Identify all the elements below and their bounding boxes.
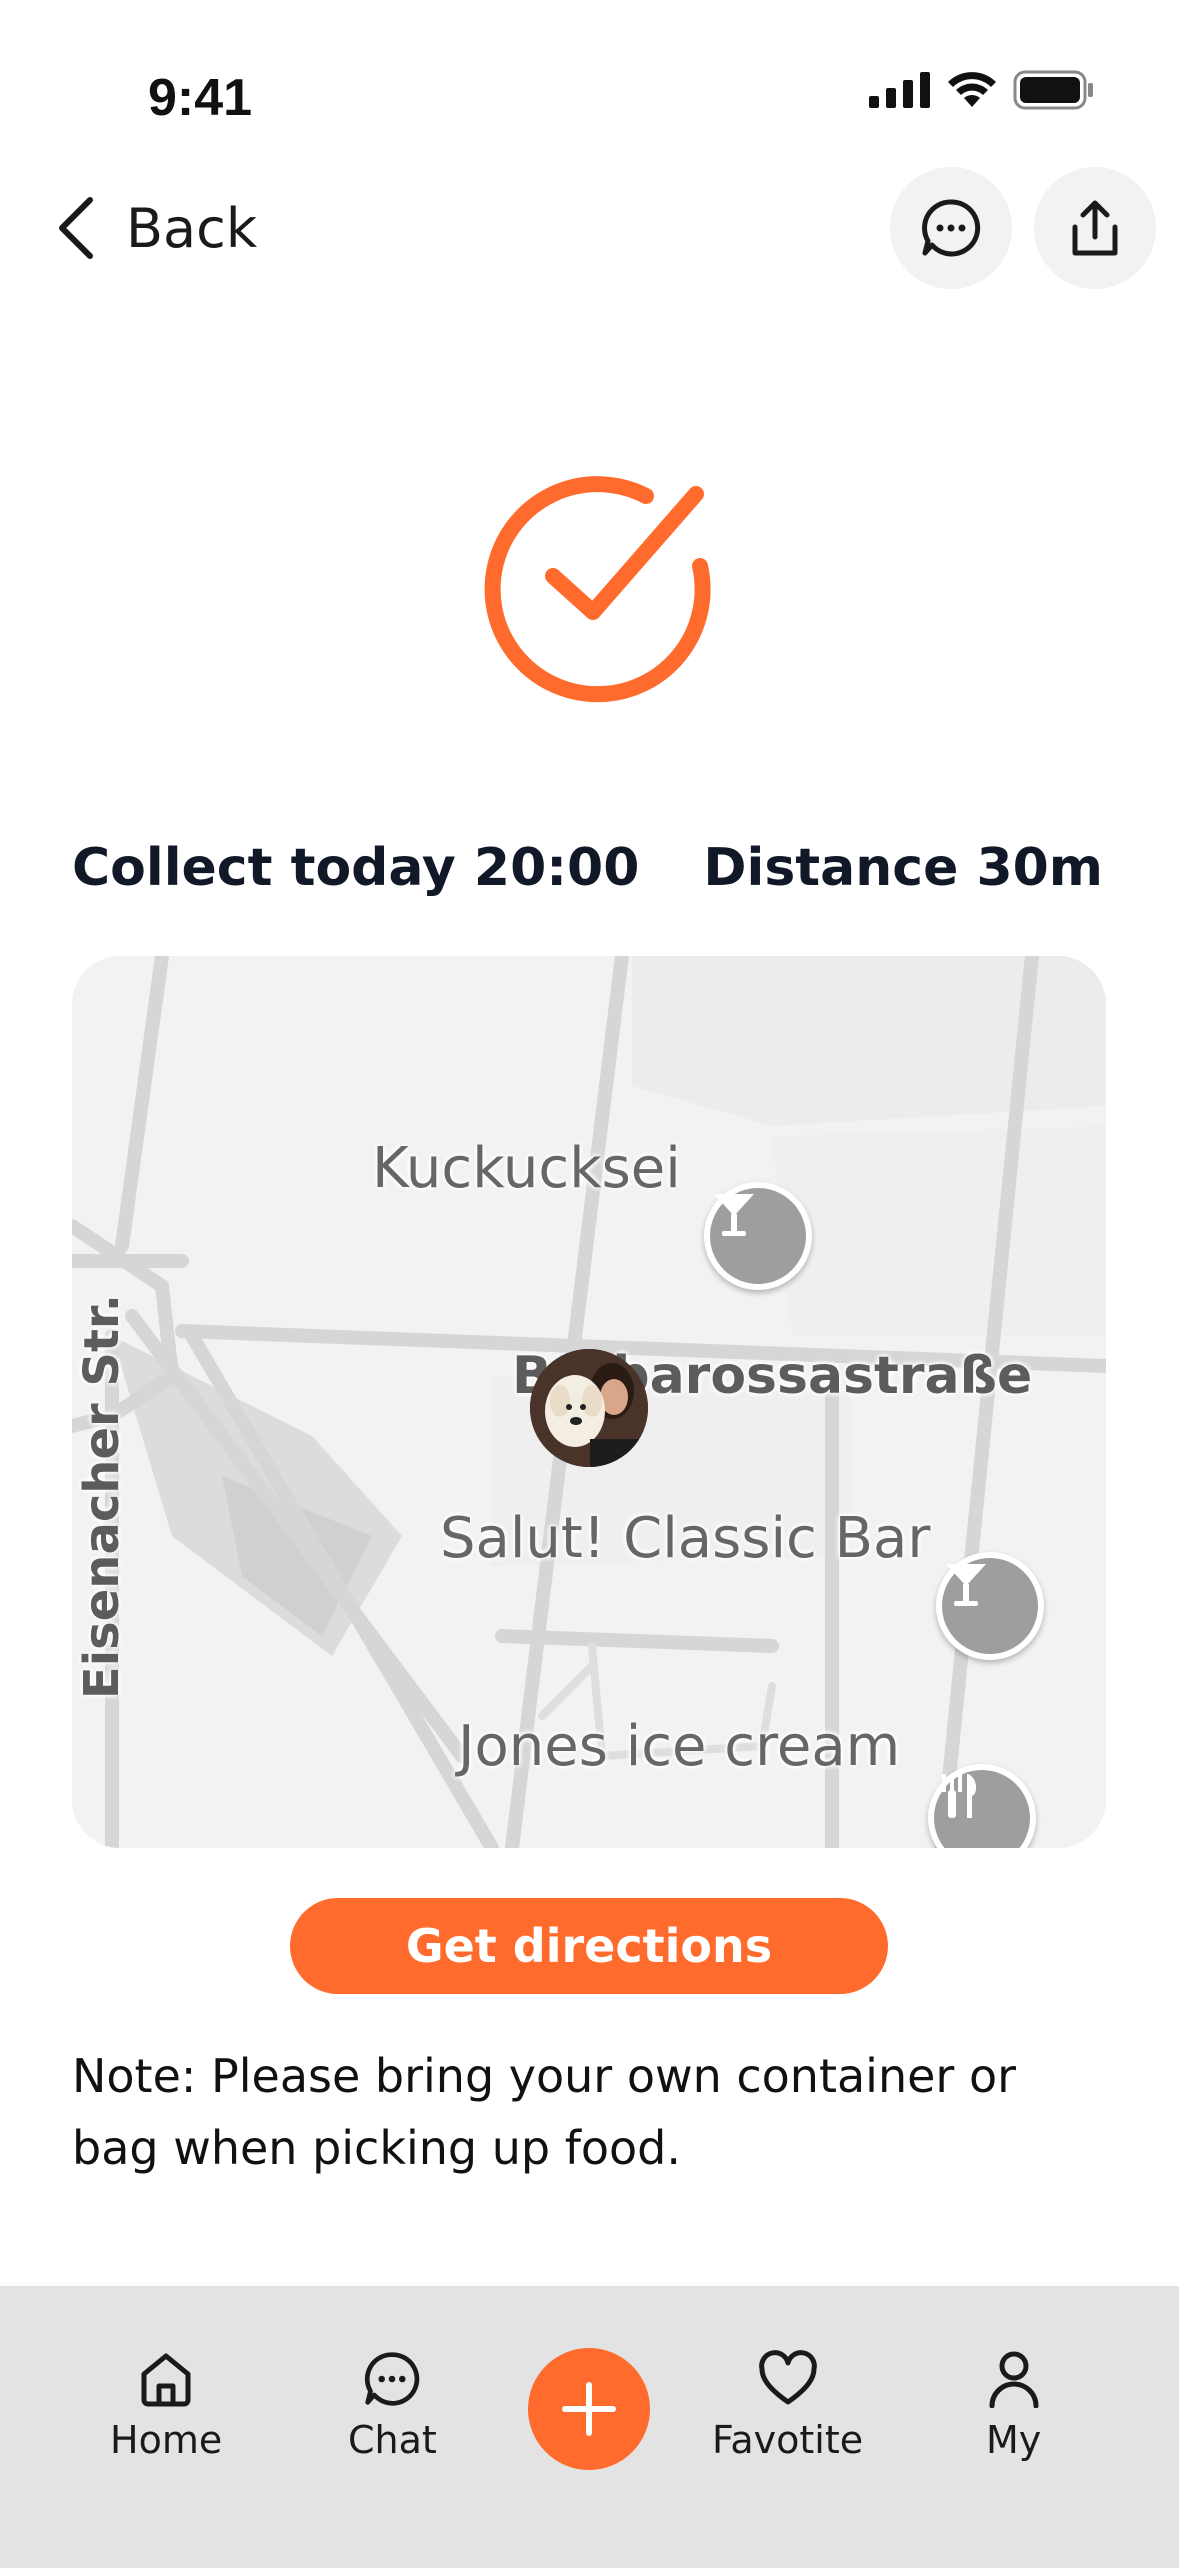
tab-chat-label: Chat: [348, 2418, 437, 2462]
chat-bubble-icon: [922, 199, 981, 257]
cocktail-icon[interactable]: [936, 1552, 1044, 1660]
collect-time: Collect today 20:00: [72, 838, 640, 898]
tab-home-label: Home: [110, 2418, 223, 2462]
cocktail-icon[interactable]: [704, 1182, 812, 1290]
tab-favorite-label: Favotite: [712, 2418, 864, 2462]
pickup-note: Note: Please bring your own container or…: [72, 2049, 1017, 2175]
place-kuckucksei: Kuckucksei: [372, 1136, 681, 1201]
back-button[interactable]: Back: [56, 196, 257, 260]
heart-icon: [758, 2350, 817, 2405]
wifi-icon: [948, 72, 996, 107]
tab-home[interactable]: Home: [110, 2350, 222, 2462]
status-icons: [869, 70, 1095, 110]
tab-favorite[interactable]: Favotite: [712, 2350, 863, 2462]
street-eisenacher-str: Eisenacher Str.: [74, 1294, 130, 1700]
user-icon: [989, 2351, 1039, 2408]
bottom-tab-bar: Home Chat Favotite My: [0, 2286, 1179, 2568]
share-button[interactable]: [1034, 167, 1156, 289]
add-button[interactable]: [528, 2348, 650, 2470]
share-icon: [1072, 200, 1118, 256]
status-time: 9:41: [148, 69, 253, 127]
tab-chat[interactable]: Chat: [348, 2350, 437, 2462]
back-label: Back: [126, 196, 258, 260]
place-salut-classic-bar: Salut! Classic Bar: [440, 1506, 931, 1571]
chevron-left-icon: [59, 197, 93, 259]
home-icon: [141, 2353, 191, 2407]
chat-icon: [365, 2352, 420, 2406]
plus-icon: [562, 2382, 616, 2436]
tab-my[interactable]: My: [986, 2350, 1041, 2462]
place-jones-ice-cream: Jones ice cream: [458, 1714, 901, 1779]
distance: Distance 30m: [703, 838, 1103, 898]
check-circle-icon: [484, 476, 711, 703]
map-view[interactable]: Kuckucksei Barbarossastraße Salut! Class…: [72, 956, 1106, 1848]
get-directions-button[interactable]: Get directions: [290, 1898, 888, 1994]
battery-icon: [1013, 70, 1093, 110]
avatar[interactable]: [530, 1349, 648, 1467]
signal-icon: [869, 72, 930, 108]
chat-button[interactable]: [890, 167, 1012, 289]
tab-my-label: My: [986, 2418, 1042, 2462]
